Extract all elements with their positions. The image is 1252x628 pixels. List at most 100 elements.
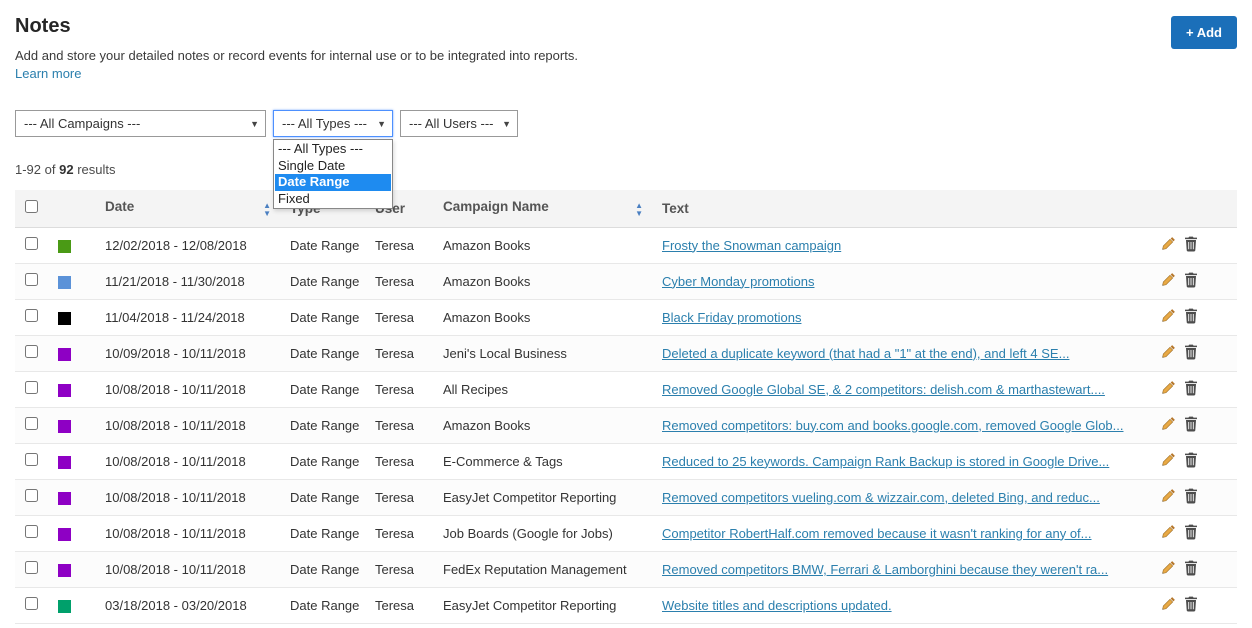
note-text-link[interactable]: Removed Google Global SE, & 2 competitor… [662,382,1105,397]
table-row: 11/04/2018 - 11/24/2018 Date Range Teres… [15,299,1237,335]
note-type: Date Range [290,561,360,577]
delete-note-button[interactable] [1184,524,1198,543]
dropdown-option[interactable]: Single Date [275,158,391,175]
pencil-icon [1162,345,1175,358]
learn-more-link[interactable]: Learn more [15,66,81,81]
column-header-actions [1147,190,1237,227]
note-text-link[interactable]: Deleted a duplicate keyword (that had a … [662,346,1069,361]
row-checkbox[interactable] [25,381,38,394]
delete-note-button[interactable] [1184,560,1198,579]
note-type: Date Range [290,237,360,253]
campaigns-filter-value: --- All Campaigns --- [24,116,141,131]
dropdown-option[interactable]: Date Range [275,174,391,191]
note-text-link[interactable]: Frosty the Snowman campaign [662,238,841,253]
edit-note-button[interactable] [1161,380,1176,398]
row-checkbox[interactable] [25,237,38,250]
row-checkbox[interactable] [25,597,38,610]
pencil-icon [1162,489,1175,502]
note-user: Teresa [375,453,415,469]
row-checkbox[interactable] [25,489,38,502]
dropdown-option[interactable]: --- All Types --- [275,141,391,158]
edit-note-button[interactable] [1161,416,1176,434]
edit-note-button[interactable] [1161,236,1176,254]
note-text-link[interactable]: Website titles and descriptions updated. [662,598,892,613]
pencil-icon [1162,525,1175,538]
note-date: 10/08/2018 - 10/11/2018 [105,453,246,469]
note-text-link[interactable]: Cyber Monday promotions [662,274,814,289]
table-row: 12/02/2018 - 12/08/2018 Date Range Teres… [15,227,1237,263]
dropdown-option[interactable]: Fixed [275,191,391,208]
edit-note-button[interactable] [1161,596,1176,614]
note-text-link[interactable]: Competitor RobertHalf.com removed becaus… [662,526,1092,541]
note-user: Teresa [375,417,415,433]
users-filter-select[interactable]: --- All Users --- ▼ [400,110,518,137]
delete-note-button[interactable] [1184,308,1198,327]
delete-note-button[interactable] [1184,596,1198,615]
row-checkbox[interactable] [25,453,38,466]
delete-note-button[interactable] [1184,488,1198,507]
note-date: 03/18/2018 - 03/20/2018 [105,597,247,613]
delete-note-button[interactable] [1184,452,1198,471]
campaigns-filter-select[interactable]: --- All Campaigns --- ▼ [15,110,266,137]
note-type: Date Range [290,525,360,541]
edit-note-button[interactable] [1161,272,1176,290]
note-text-link[interactable]: Removed competitors BMW, Ferrari & Lambo… [662,562,1108,577]
note-color-swatch [58,311,71,325]
row-checkbox[interactable] [25,273,38,286]
delete-note-button[interactable] [1184,236,1198,255]
delete-note-button[interactable] [1184,272,1198,291]
table-row: 03/18/2018 - 03/20/2018 Date Range Teres… [15,587,1237,623]
edit-note-button[interactable] [1161,524,1176,542]
note-user: Teresa [375,525,415,541]
edit-note-button[interactable] [1161,344,1176,362]
chevron-down-icon: ▼ [377,118,386,129]
edit-note-button[interactable] [1161,452,1176,470]
table-row: 10/09/2018 - 10/11/2018 Date Range Teres… [15,335,1237,371]
edit-note-button[interactable] [1161,560,1176,578]
note-user: Teresa [375,597,415,613]
note-campaign: Amazon Books [443,417,531,433]
note-user: Teresa [375,561,415,577]
row-checkbox[interactable] [25,309,38,322]
column-header-date[interactable]: Date ▲ ▼ [100,190,285,227]
note-type: Date Range [290,309,360,325]
edit-note-button[interactable] [1161,308,1176,326]
delete-note-button[interactable] [1184,416,1198,435]
column-header-campaign-label: Campaign Name [443,199,549,215]
note-date: 12/02/2018 - 12/08/2018 [105,237,247,253]
note-user: Teresa [375,345,415,361]
note-user: Teresa [375,489,415,505]
note-text-link[interactable]: Removed competitors: buy.com and books.g… [662,418,1124,433]
sort-icon-date[interactable]: ▲ ▼ [263,202,271,217]
select-all-checkbox[interactable] [25,200,38,214]
note-campaign: Jeni's Local Business [443,345,567,361]
column-header-campaign[interactable]: Campaign Name ▲ ▼ [438,190,657,227]
edit-note-button[interactable] [1161,488,1176,506]
trash-icon [1184,524,1197,539]
note-campaign: FedEx Reputation Management [443,561,627,577]
add-button[interactable]: + Add [1171,16,1237,49]
note-text-link[interactable]: Removed competitors vueling.com & wizzai… [662,490,1100,505]
row-checkbox[interactable] [25,525,38,538]
note-text-link[interactable]: Black Friday promotions [662,310,801,325]
sort-icon-campaign[interactable]: ▲ ▼ [635,202,643,217]
row-checkbox[interactable] [25,345,38,358]
table-header-row: Date ▲▼ Type User Campaign Name ▲▼ Text [15,190,1237,227]
types-dropdown-panel: --- All Types --- Single Date Date Range Fi… [273,139,393,209]
note-date: 10/08/2018 - 10/11/2018 [105,561,246,577]
delete-note-button[interactable] [1184,380,1198,399]
users-filter-value: --- All Users --- [409,116,494,131]
table-row: 11/21/2018 - 11/30/2018 Date Range Teres… [15,263,1237,299]
notes-table: Date ▲▼ Type User Campaign Name ▲▼ Text … [15,190,1237,624]
types-filter-select[interactable]: --- All Types --- ▼ [273,110,393,137]
table-row: 10/08/2018 - 10/11/2018 Date Range Teres… [15,551,1237,587]
results-count: 1-92 of 92 results [15,162,1237,177]
row-checkbox[interactable] [25,561,38,574]
pencil-icon [1162,237,1175,250]
pencil-icon [1162,561,1175,574]
pencil-icon [1162,381,1175,394]
note-user: Teresa [375,273,415,289]
delete-note-button[interactable] [1184,344,1198,363]
row-checkbox[interactable] [25,417,38,430]
note-text-link[interactable]: Reduced to 25 keywords. Campaign Rank Ba… [662,454,1109,469]
